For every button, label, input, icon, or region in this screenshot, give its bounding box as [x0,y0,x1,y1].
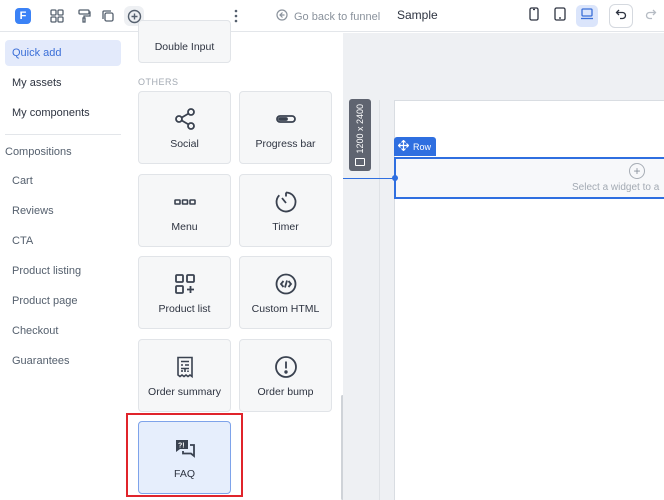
widget-label: Social [170,137,199,150]
widget-product-list[interactable]: Product list [138,256,231,329]
row-connector-line [343,178,395,179]
composition-item-product-listing[interactable]: Product listing [12,265,81,277]
widget-label: Product list [158,302,211,315]
exclamation-icon [273,354,299,380]
progress-bar-icon [273,106,299,132]
code-icon [273,271,299,297]
tablet-icon [554,6,566,26]
widget-label: Double Input [154,41,215,53]
widget-social[interactable]: Social [138,91,231,164]
timer-icon [273,189,299,215]
compositions-heading: Compositions [5,146,72,158]
redo-button[interactable] [640,4,662,28]
widget-label: Order summary [148,385,221,398]
composition-item-cart[interactable]: Cart [12,175,33,187]
widget-label: Progress bar [255,137,316,150]
move-icon [397,139,410,153]
product-list-icon [172,271,198,297]
widget-timer[interactable]: Timer [239,174,332,247]
undo-button[interactable] [609,4,633,28]
copy-icon[interactable] [98,6,118,26]
tablet-view-button[interactable] [549,5,571,27]
widget-double-input[interactable]: Double Input [138,20,231,63]
canvas-guide-line [379,100,380,500]
add-widget-icon[interactable]: + [629,163,645,179]
grid-icon[interactable] [47,6,67,26]
widget-menu[interactable]: Menu [138,174,231,247]
menu-icon [172,189,198,215]
monitor-icon [355,158,365,166]
row-label: Row [413,141,432,152]
receipt-icon [172,354,198,380]
widget-label: Timer [272,220,299,233]
widget-progress-bar[interactable]: Progress bar [239,91,332,164]
redo-icon [645,7,657,25]
go-back-label: Go back to funnel [294,10,381,23]
canvas-size-tag: 1200 x 2400 [349,99,371,171]
sidebar-item-quick-add[interactable]: Quick add [5,40,121,66]
laptop-icon [580,7,594,25]
composition-item-reviews[interactable]: Reviews [12,205,54,217]
mobile-view-button[interactable] [523,5,545,27]
composition-item-product-page[interactable]: Product page [12,295,77,307]
sidebar-item-my-assets[interactable]: My assets [5,70,121,96]
desktop-view-button[interactable] [576,5,598,27]
sidebar-divider [5,134,121,135]
top-bar: F Go back to funnel Sample [0,0,664,32]
composition-item-checkout[interactable]: Checkout [12,325,58,337]
widget-label: Menu [171,220,198,233]
page-title[interactable]: Sample [397,8,438,22]
share-icon [172,106,198,132]
phone-icon [529,6,539,26]
app-logo[interactable]: F [15,8,31,24]
back-arrow-icon [276,9,288,24]
go-back-link[interactable]: Go back to funnel [276,9,380,24]
canvas-size-label: 1200 x 2400 [355,104,365,154]
paint-roller-icon[interactable] [74,6,94,26]
widget-order-bump[interactable]: Order bump [239,339,332,412]
others-section-label: OTHERS [138,77,179,87]
widget-label: Order bump [257,385,314,398]
widget-order-summary[interactable]: Order summary [138,339,231,412]
sidebar-item-my-components[interactable]: My components [5,100,121,126]
composition-item-cta[interactable]: CTA [12,235,33,247]
undo-icon [615,7,627,25]
widget-custom-html[interactable]: Custom HTML [239,256,332,329]
row-drag-handle[interactable] [392,175,398,181]
left-sidebar: Quick add My assets My components Compos… [0,33,127,500]
widget-label: Custom HTML [251,302,320,315]
row-tag[interactable]: Row [394,137,436,156]
selection-highlight [126,413,243,497]
row-hint-text: Select a widget to a [572,182,660,193]
composition-item-guarantees[interactable]: Guarantees [12,355,69,367]
